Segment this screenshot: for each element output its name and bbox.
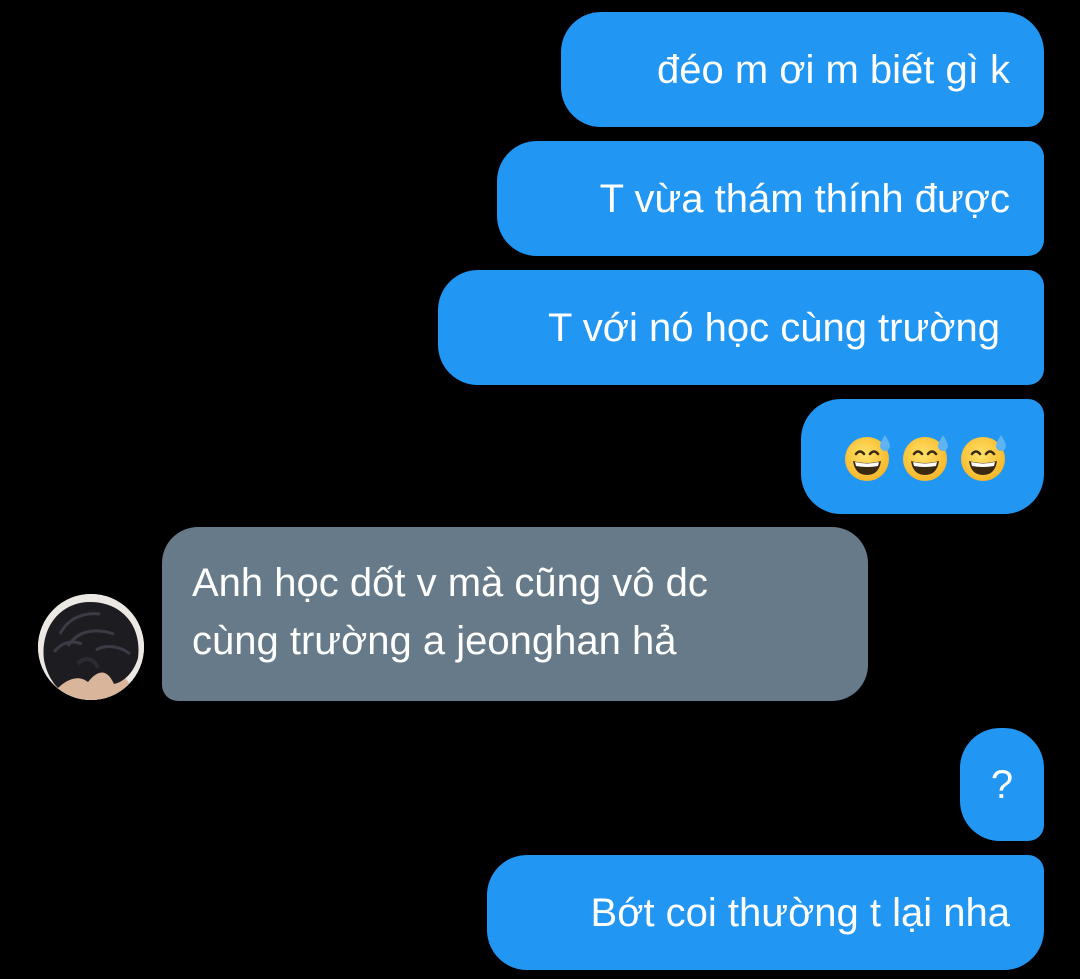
message-text: T vừa thám thính được: [599, 176, 1010, 221]
message-text-block: Anh học dốt v mà cũng vô dc cùng trường …: [192, 554, 708, 670]
message-text: đéo m ơi m biết gì k: [656, 47, 1010, 92]
message-bubble-outgoing[interactable]: T vừa thám thính được: [497, 141, 1044, 256]
message-bubble-outgoing[interactable]: T với nó học cùng trường: [438, 270, 1044, 385]
message-line: Anh học dốt v mà cũng vô dc: [192, 561, 708, 605]
message-text: ?: [990, 762, 1014, 807]
message-bubble-outgoing[interactable]: ?: [960, 728, 1044, 841]
message-bubble-incoming[interactable]: Anh học dốt v mà cũng vô dc cùng trường …: [162, 527, 868, 701]
grinning-face-with-sweat-icon: [845, 434, 890, 481]
message-bubble-outgoing[interactable]: đéo m ơi m biết gì k: [561, 12, 1044, 127]
profile-photo-icon: [38, 594, 144, 700]
grinning-face-with-sweat-icon: [961, 434, 1006, 481]
grinning-face-with-sweat-icon: [903, 434, 948, 481]
message-text: Bớt coi thường t lại nha: [590, 890, 1010, 935]
message-line: cùng trường a jeonghan hả: [192, 619, 677, 663]
message-text: T với nó học cùng trường: [547, 305, 1000, 350]
contact-avatar[interactable]: [38, 594, 144, 700]
message-bubble-outgoing[interactable]: Bớt coi thường t lại nha: [487, 855, 1044, 970]
emoji-group: [842, 431, 1010, 483]
message-bubble-outgoing-emoji[interactable]: [801, 399, 1044, 514]
